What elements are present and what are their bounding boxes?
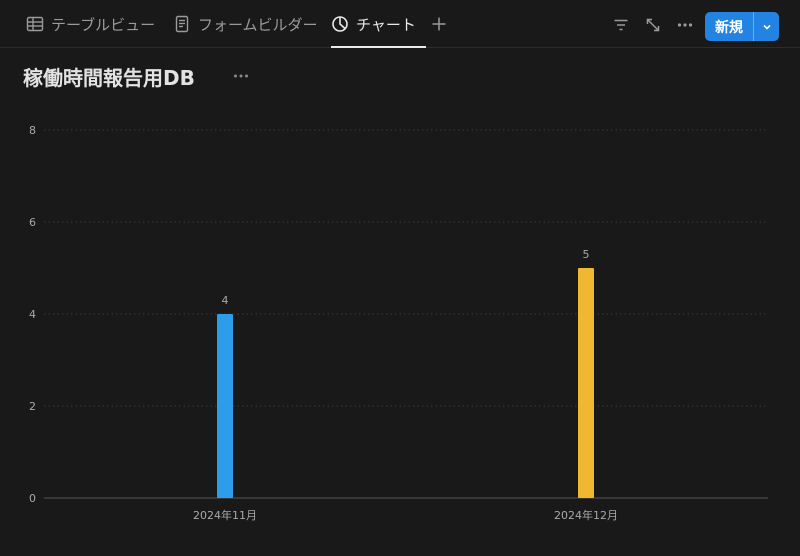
table-icon: [26, 15, 44, 33]
bar-2[interactable]: [578, 268, 594, 498]
new-button[interactable]: 新規: [705, 12, 753, 41]
x-tick-label: 2024年11月: [193, 508, 257, 522]
view-tab-bar: テーブルビュー フォームビルダー チャート 新規: [0, 0, 800, 48]
y-tick-label: 8: [29, 124, 36, 137]
tab-table-view[interactable]: テーブルビュー: [26, 0, 155, 48]
add-tab-icon[interactable]: [429, 14, 449, 34]
chevron-down-icon: [762, 24, 771, 30]
tab-chart[interactable]: チャート: [331, 0, 426, 48]
tab-chart-label: チャート: [356, 15, 416, 34]
new-button-group: 新規: [705, 12, 779, 41]
chart-icon: [331, 15, 349, 33]
x-tick-label: 2024年12月: [554, 508, 618, 522]
y-tick-label: 2: [29, 400, 36, 413]
tab-table-view-label: テーブルビュー: [51, 15, 156, 34]
y-tick-label: 0: [29, 492, 36, 505]
tab-form-builder[interactable]: フォームビルダー: [173, 0, 318, 48]
page-title: 稼働時間報告用DB: [23, 66, 195, 90]
tab-form-builder-label: フォームビルダー: [198, 15, 318, 34]
data-label: 4: [222, 294, 229, 307]
form-icon: [173, 15, 191, 33]
bar-1[interactable]: [217, 314, 233, 498]
title-more-icon[interactable]: [232, 68, 250, 82]
more-icon[interactable]: [676, 16, 694, 34]
filter-icon[interactable]: [612, 16, 630, 34]
data-label: 5: [583, 248, 590, 261]
y-tick-label: 6: [29, 216, 36, 229]
y-tick-label: 4: [29, 308, 36, 321]
expand-icon[interactable]: [644, 16, 662, 34]
bar-chart: 0 2 4 6 8 4 2024年11月 5 2024年12月: [29, 124, 768, 522]
new-dropdown-button[interactable]: [753, 12, 779, 41]
